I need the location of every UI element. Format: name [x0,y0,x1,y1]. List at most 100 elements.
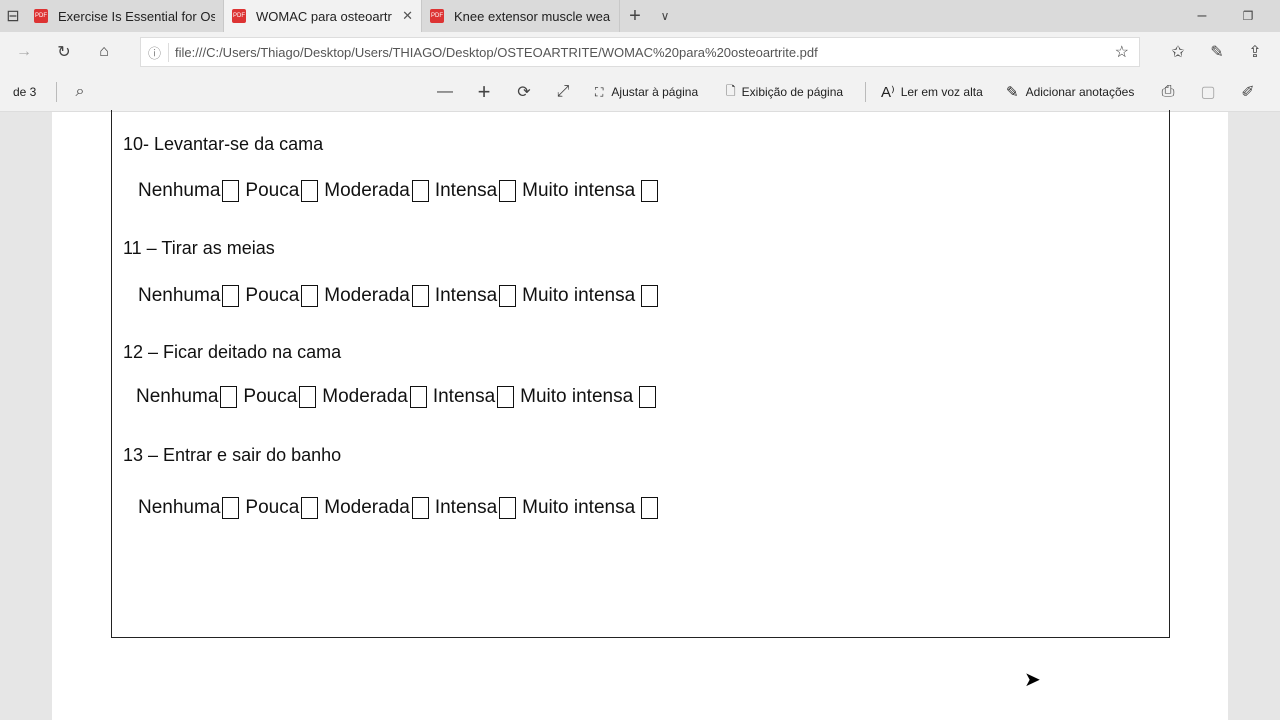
checkbox[interactable] [499,180,517,202]
option-pouca: Pouca [243,386,317,408]
forward-icon[interactable]: → [12,43,36,61]
options-row: Nenhuma Pouca Moderada Intensa Muito intensa [138,180,664,202]
chevron-down-icon[interactable]: ∨ [650,9,680,23]
checkbox[interactable] [411,285,429,307]
option-nenhuma: Nenhuma [138,497,240,519]
checkbox[interactable] [301,497,319,519]
option-label: Intensa [432,386,496,407]
search-icon[interactable]: ⌕ [70,72,90,112]
option-intensa: Intensa [435,285,517,307]
option-label: Nenhuma [138,285,221,306]
question-11: 11 – Tirar as meias [123,238,275,258]
share-icon[interactable]: ⇪ [1243,42,1267,62]
tab-2[interactable]: PDF WOMAC para osteoartr ✕ [224,0,422,32]
rotate-icon[interactable]: ⟳ [514,72,534,112]
pdf-toolbar: de 3 ⌕ — + ⟳ ⤢ ⛶ Ajustar à página 🗋 Exibiç… [0,72,1280,112]
checkbox[interactable] [499,285,517,307]
option-nenhuma: Nenhuma [138,180,240,202]
zoom-in-icon[interactable]: + [474,72,494,112]
page-view-button[interactable]: 🗋 Exibição de página [726,72,843,112]
question-10: 10- Levantar-se da cama [123,134,324,154]
option-nenhuma: Nenhuma [138,285,240,307]
tab-aside-icon[interactable]: ⊟ [0,6,26,26]
favorites-icon[interactable]: ✩ [1166,42,1190,62]
checkbox[interactable] [411,180,429,202]
read-aloud-icon: A⁾ [881,84,895,101]
options-row: Nenhuma Pouca Moderada Intensa Muito intensa [138,497,664,519]
save-as-icon[interactable]: ✐ [1238,72,1258,112]
checkbox[interactable] [220,386,238,408]
minimize-icon[interactable]: – [1190,0,1214,32]
favorite-star-icon[interactable]: ☆ [1115,42,1129,62]
divider [865,82,866,102]
pdf-page: 10- Levantar-se da cama 11 – Tirar as me… [52,110,1228,720]
checkbox[interactable] [409,386,427,408]
checkbox[interactable] [641,285,659,307]
checkbox[interactable] [222,180,240,202]
option-label: Muito intensa [520,386,634,407]
checkbox[interactable] [641,180,659,202]
option-label: Pouca [243,386,298,407]
checkbox[interactable] [641,497,659,519]
checkbox[interactable] [497,386,515,408]
new-tab-icon[interactable]: + [620,5,650,28]
info-icon: ⓘ [141,42,169,62]
zoom-out-icon[interactable]: — [435,72,455,112]
scrollbar[interactable] [1230,112,1280,720]
option-label: Muito intensa [522,180,636,201]
pen-icon: ✎ [1006,84,1019,101]
option-muito-intensa: Muito intensa [522,497,659,519]
option-label: Pouca [245,497,300,518]
checkbox[interactable] [222,497,240,519]
checkbox[interactable] [639,386,657,408]
url-input[interactable]: ⓘ file:///C:/Users/Thiago/Desktop/Users/… [140,37,1140,67]
notes-icon[interactable]: ✎ [1205,42,1229,62]
checkbox[interactable] [499,497,517,519]
option-label: Nenhuma [138,180,221,201]
checkbox[interactable] [411,497,429,519]
option-intensa: Intensa [434,497,517,519]
pdf-icon: PDF [430,9,444,23]
option-label: Intensa [434,497,498,518]
tab-bar: ⊟ PDF Exercise Is Essential for Oste PDF W… [0,0,1280,32]
close-tab-icon[interactable]: ✕ [402,8,413,24]
option-pouca: Pouca [245,285,319,307]
tab-1[interactable]: PDF Exercise Is Essential for Oste [26,0,224,32]
print-icon[interactable]: ⎙ [1158,72,1178,112]
question-12: 12 – Ficar deitado na cama [123,342,342,362]
checkbox[interactable] [301,285,319,307]
add-notes-button[interactable]: ✎ Adicionar anotações [1006,72,1134,112]
tab-3[interactable]: PDF Knee extensor muscle weak [422,0,620,32]
option-label: Intensa [434,180,498,201]
option-label: Moderada [324,285,410,306]
option-label: Muito intensa [522,497,636,518]
option-label: Nenhuma [138,497,221,518]
option-intensa: Intensa [432,386,515,408]
home-icon[interactable]: ⌂ [92,43,116,61]
option-moderada: Moderada [322,386,427,408]
option-muito-intensa: Muito intensa [522,285,659,307]
page-view-icon: 🗋 [726,83,736,98]
fit-page-button[interactable]: ⛶ Ajustar à página [595,72,698,112]
refresh-icon[interactable]: ↻ [52,42,76,62]
save-icon[interactable]: ▢ [1198,72,1218,112]
read-aloud-button[interactable]: A⁾ Ler em voz alta [881,72,983,112]
restore-icon[interactable]: ❐ [1236,0,1260,32]
option-label: Pouca [245,285,300,306]
page-count: de 3 [13,85,37,99]
option-muito-intensa: Muito intensa [520,386,657,408]
fullscreen-icon[interactable]: ⤢ [553,72,573,112]
checkbox[interactable] [222,285,240,307]
option-moderada: Moderada [324,497,429,519]
mouse-cursor-icon: ➤ [1024,669,1041,691]
option-moderada: Moderada [324,180,429,202]
checkbox[interactable] [301,180,319,202]
fit-page-icon: ⛶ [595,84,604,99]
option-label: Moderada [324,180,410,201]
option-label: Nenhuma [136,386,219,407]
address-bar: → ↻ ⌂ ⓘ file:///C:/Users/Thiago/Desktop/… [0,32,1280,72]
pdf-icon: PDF [34,9,48,23]
checkbox[interactable] [299,386,317,408]
option-label: Moderada [324,497,410,518]
option-moderada: Moderada [324,285,429,307]
